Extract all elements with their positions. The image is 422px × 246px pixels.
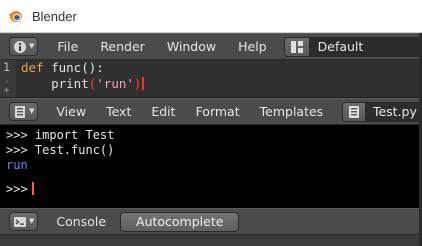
chevron-down-icon: ▼ — [29, 42, 35, 50]
region-add-icon[interactable]: + — [4, 86, 9, 96]
info-header: ▼ File Render Window Help Default — [0, 33, 422, 60]
console-line: >>> Test.func() — [6, 143, 115, 157]
text-editor-header: ▼ View Text Edit Format Templates Test.p… — [0, 98, 422, 125]
autocomplete-button[interactable]: Autocomplete — [120, 211, 240, 232]
console-prompt: >>> — [6, 182, 28, 196]
window-title: Blender — [32, 8, 77, 24]
menu-console[interactable]: Console — [46, 209, 116, 234]
screen-layout-name-field[interactable]: Default — [309, 37, 420, 56]
code-function-call: print — [51, 76, 89, 91]
blender-window: Blender ▼ File Render Window Help Defaul… — [0, 0, 422, 246]
editor-type-console-button[interactable]: ▼ — [9, 212, 39, 231]
text-datablock-icon[interactable] — [343, 102, 366, 121]
code-string: 'run' — [96, 76, 134, 91]
text-datablock-selector[interactable]: Test.py — [342, 101, 422, 122]
line-number-gutter: 1 › + — [0, 60, 16, 97]
console-cursor — [31, 182, 34, 195]
blender-logo-icon — [8, 9, 24, 24]
text-cursor — [142, 77, 145, 90]
menu-view[interactable]: View — [46, 99, 96, 124]
code-content[interactable]: def func(): print('run') — [16, 60, 145, 97]
text-datablock-name-field[interactable]: Test.py — [365, 102, 421, 121]
menu-templates[interactable]: Templates — [250, 99, 334, 124]
line-number: 1 — [3, 60, 10, 74]
code-keyword: def — [21, 60, 44, 75]
text-editor-area[interactable]: 1 › + def func(): print('run') — [0, 60, 422, 98]
text-editor-icon — [13, 105, 27, 119]
console-header: ▼ Console Autocomplete — [0, 208, 422, 235]
menu-format[interactable]: Format — [186, 99, 250, 124]
info-icon — [13, 40, 27, 54]
console-icon — [13, 215, 27, 229]
code-close-paren: ) — [133, 76, 142, 91]
menu-text[interactable]: Text — [96, 99, 141, 124]
menu-window[interactable]: Window — [156, 34, 227, 59]
code-line: print('run') — [21, 76, 145, 91]
console-output-line: run — [6, 158, 28, 172]
menu-edit[interactable]: Edit — [141, 99, 185, 124]
editor-type-text-button[interactable]: ▼ — [9, 102, 39, 121]
chevron-down-icon: ▼ — [29, 217, 35, 225]
menu-help[interactable]: Help — [227, 34, 278, 59]
console-prompt-line[interactable]: >>> — [6, 182, 34, 197]
python-console[interactable]: >>> import Test >>> Test.func() run >>> — [0, 125, 422, 208]
menu-render[interactable]: Render — [89, 34, 156, 59]
screen-layout-selector[interactable]: Default — [283, 36, 421, 57]
code-text: func(): — [43, 60, 104, 75]
title-bar: Blender — [0, 0, 422, 33]
screen-layout-icon[interactable] — [284, 37, 310, 56]
code-line: def func(): — [21, 60, 104, 75]
chevron-down-icon: ▼ — [29, 107, 35, 115]
menu-file[interactable]: File — [46, 34, 89, 59]
console-line: >>> import Test — [6, 128, 115, 142]
editor-type-info-button[interactable]: ▼ — [9, 37, 39, 56]
